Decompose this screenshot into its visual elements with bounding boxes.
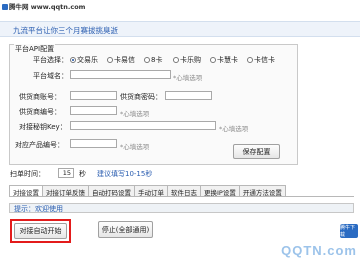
supplier-id-hint: *心填选项 <box>120 110 150 118</box>
radio-kahuika[interactable]: 卡慧卡 <box>210 55 238 65</box>
platform-domain-input[interactable] <box>70 70 171 79</box>
start-button-highlight: 对接自动开始 <box>10 219 71 243</box>
tab-auto-captcha[interactable]: 自动打码设置 <box>88 185 135 197</box>
tab-open-method[interactable]: 开通方法设置 <box>238 185 286 197</box>
key-input[interactable] <box>70 121 216 130</box>
start-auto-button[interactable]: 对接自动开始 <box>14 223 67 239</box>
radio-dot-icon <box>173 57 179 63</box>
watermark-top: 腾牛网 www.qqtn.com <box>2 1 86 11</box>
watermark-top-text: 腾牛网 www.qqtn.com <box>9 3 86 11</box>
stop-all-button[interactable]: 停止(全部通用) <box>98 221 153 238</box>
radio-8ka[interactable]: 8卡 <box>144 55 162 65</box>
radio-kalegou[interactable]: 卡乐购 <box>173 55 201 65</box>
save-config-button[interactable]: 保存配置 <box>233 144 280 159</box>
scan-interval-label: 扫单时间： <box>10 170 45 178</box>
platform-domain-hint: *心填选项 <box>173 74 203 82</box>
group-title: 平台API配置 <box>14 44 56 54</box>
watermark-logo-icon <box>2 4 8 10</box>
radio-label: 卡信卡 <box>254 56 275 64</box>
platform-config-group: 平台API配置 平台选择： 交易乐 卡易信 8卡 卡乐购 卡慧卡 卡信卡 平台域… <box>9 44 298 165</box>
radio-label: 交易乐 <box>77 56 98 64</box>
radio-kaxinka[interactable]: 卡信卡 <box>247 55 275 65</box>
scan-interval-hint: 建议填写10-15秒 <box>97 170 153 178</box>
watermark-bottom-text: QQTN.com <box>281 243 357 258</box>
supplier-password-input[interactable] <box>165 91 212 100</box>
tab-bar: 对接设置 对接订单反馈 自动打码设置 手动订单 软件日志 更换IP设置 开通方法… <box>9 185 354 197</box>
tab-change-ip[interactable]: 更换IP设置 <box>200 185 240 197</box>
watermark-bottom-logo-icon: 腾牛下载 <box>340 224 358 238</box>
product-id-label: 对应产品编号： <box>15 141 64 149</box>
supplier-account-label: 供货商账号： <box>19 93 61 101</box>
radio-dot-icon <box>144 57 150 63</box>
notice-bar: 提示：欢迎使用 <box>9 203 354 213</box>
tab-manual-order[interactable]: 手动订单 <box>134 185 168 197</box>
product-id-hint: *心填选项 <box>120 143 150 151</box>
tab-order-feedback[interactable]: 对接订单反馈 <box>42 185 89 197</box>
notice-text: 提示：欢迎使用 <box>14 205 63 213</box>
radio-label: 卡慧卡 <box>217 56 238 64</box>
radio-kayixin[interactable]: 卡易信 <box>107 55 135 65</box>
platform-select-label: 平台选择： <box>33 56 68 64</box>
radio-dot-icon <box>70 57 76 63</box>
radio-label: 卡乐购 <box>180 56 201 64</box>
banner-text: 九流平台让你三个月赛拔挑臭逝 <box>13 26 118 35</box>
supplier-account-input[interactable] <box>70 91 117 100</box>
radio-dot-icon <box>107 57 113 63</box>
supplier-id-label: 供货商编号： <box>19 108 61 116</box>
platform-domain-label: 平台域名： <box>33 72 68 80</box>
radio-label: 8卡 <box>151 56 163 64</box>
key-label: 对接秘钥Key： <box>19 123 67 131</box>
radio-jiaoyile[interactable]: 交易乐 <box>70 55 98 65</box>
key-hint: *心填选项 <box>219 125 249 133</box>
scan-interval-input[interactable]: 15 <box>58 168 74 178</box>
radio-dot-icon <box>210 57 216 63</box>
radio-dot-icon <box>247 57 253 63</box>
tab-software-log[interactable]: 软件日志 <box>167 185 201 197</box>
tab-connect-settings[interactable]: 对接设置 <box>9 185 43 197</box>
radio-label: 卡易信 <box>114 56 135 64</box>
scan-interval-unit: 秒 <box>79 170 86 178</box>
supplier-password-label: 供货商密码： <box>120 93 162 101</box>
product-id-input[interactable] <box>70 139 117 148</box>
watermark-bottom: 腾牛下载 QQTN.com <box>250 221 360 261</box>
banner: 九流平台让你三个月赛拔挑臭逝 <box>0 21 360 37</box>
supplier-id-input[interactable] <box>70 106 117 115</box>
